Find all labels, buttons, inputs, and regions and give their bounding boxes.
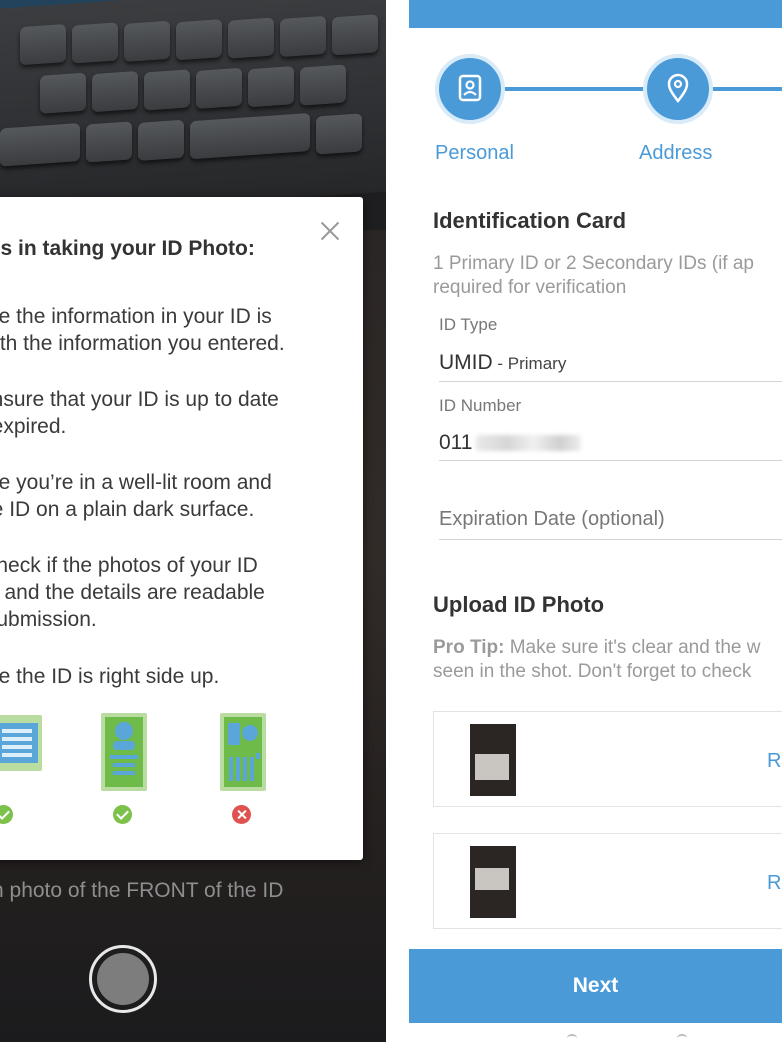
id-card-upside-down-icon: [220, 713, 266, 791]
upload-tip-bold: Pro Tip:: [433, 637, 505, 658]
id-number-value: 011: [439, 431, 473, 454]
stepper-connector: [501, 87, 651, 91]
step-label-address: Address: [639, 142, 713, 164]
identification-hint: 1 Primary ID or 2 Secondary IDs (if ap r…: [433, 253, 754, 298]
step-address[interactable]: [643, 54, 713, 124]
id-type-select[interactable]: UMID - Primary: [439, 351, 566, 375]
id-number-underline: [439, 460, 782, 461]
background-keyboard: [0, 0, 386, 221]
shutter-icon: [97, 953, 149, 1005]
panel-divider: [386, 0, 409, 1042]
retake-link[interactable]: R: [767, 872, 781, 895]
id-type-subvalue: - Primary: [492, 354, 567, 373]
guideline-item: check if the photos of your ID ar and th…: [0, 554, 265, 631]
id-type-underline: [439, 381, 782, 382]
step-personal[interactable]: [435, 54, 505, 124]
camera-view: nes in taking your ID Photo: ure the inf…: [0, 0, 386, 1042]
guideline-item: ure you’re in a well-lit room and he ID …: [0, 471, 272, 521]
id-type-value: UMID: [439, 351, 493, 374]
cross-icon: [232, 805, 251, 824]
check-icon: [0, 805, 13, 824]
app-header-bar: [409, 0, 782, 28]
nav-hint-icon: [677, 1034, 687, 1042]
id-number-input[interactable]: 011: [439, 431, 582, 455]
location-pin-icon: [667, 73, 689, 104]
retake-link[interactable]: R: [767, 750, 781, 773]
upload-tip-line2: seen in the shot. Don't forget to check: [433, 661, 752, 682]
upload-card-front: R: [433, 711, 782, 807]
step-label-personal: Personal: [435, 142, 514, 164]
shutter-button[interactable]: [89, 945, 157, 1013]
upload-card-back: R: [433, 833, 782, 929]
upload-tip-text: Make sure it's clear and the w: [504, 637, 761, 658]
section-title-upload: Upload ID Photo: [433, 592, 605, 617]
expiration-date-input[interactable]: Expiration Date (optional): [439, 508, 665, 531]
camera-caption: n photo of the FRONT of the ID: [0, 879, 284, 902]
expiration-underline: [439, 539, 782, 540]
id-type-label: ID Type: [439, 315, 498, 334]
upload-tip: Pro Tip: Make sure it's clear and the w: [433, 636, 782, 660]
guideline-item: ure the ID is right side up.: [0, 665, 220, 688]
next-button[interactable]: Next: [409, 949, 782, 1023]
person-icon: [458, 74, 482, 102]
id-photo-thumbnail: [470, 846, 516, 918]
id-card-portrait-icon: [101, 713, 147, 791]
guideline-item: ensure that your ID is up to date t expi…: [0, 388, 279, 438]
id-number-label: ID Number: [439, 396, 522, 415]
redacted-digits: [476, 435, 582, 452]
close-icon[interactable]: [316, 217, 344, 245]
check-icon: [113, 805, 132, 824]
id-photo-thumbnail: [470, 724, 516, 796]
verification-form: Personal Address Identification Card 1 P…: [409, 0, 782, 1042]
id-photo-guidelines-modal: nes in taking your ID Photo: ure the inf…: [0, 197, 363, 860]
screenshot-root: nes in taking your ID Photo: ure the inf…: [0, 0, 782, 1042]
section-title-identification: Identification Card: [433, 208, 627, 233]
modal-title: nes in taking your ID Photo:: [0, 237, 255, 260]
stepper-connector: [709, 87, 782, 91]
id-card-landscape-icon: [0, 715, 42, 771]
guideline-item: ure the information in your ID is with t…: [0, 305, 285, 355]
nav-hint-icon: [567, 1034, 577, 1042]
